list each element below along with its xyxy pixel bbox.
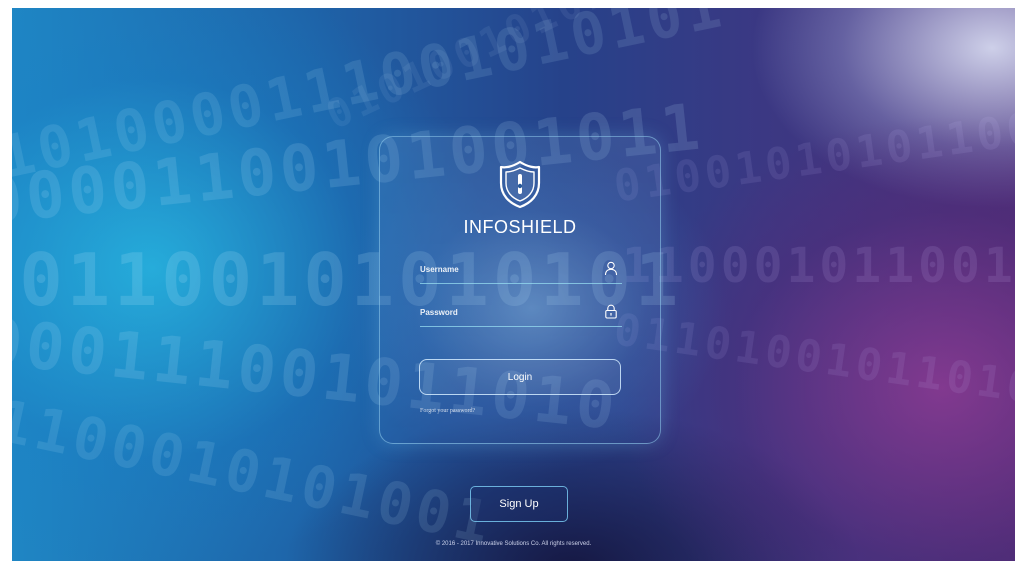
shield-icon — [499, 160, 541, 209]
username-field-wrapper — [420, 257, 622, 284]
login-card: INFOSHIELD Login Forgot your password? — [379, 136, 661, 444]
username-input[interactable] — [420, 257, 590, 281]
user-icon — [604, 261, 618, 276]
password-input[interactable] — [420, 300, 590, 324]
binary-background-pattern: 1100010110011010 — [622, 238, 1015, 294]
sign-up-button[interactable]: Sign Up — [470, 486, 568, 522]
login-screen: 1010000111001010101 00001100101001011 10… — [12, 8, 1015, 561]
brand-name: INFOSHIELD — [463, 217, 577, 237]
login-button[interactable]: Login — [419, 359, 621, 395]
forgot-password-link[interactable]: Forgot your password? — [420, 408, 475, 414]
binary-background-pattern: 0110100101101011 — [610, 304, 1015, 423]
lock-icon — [605, 304, 617, 319]
password-field-wrapper — [420, 300, 622, 327]
copyright-footer: © 2016 - 2017 Innovative Solutions Co. A… — [435, 541, 592, 547]
